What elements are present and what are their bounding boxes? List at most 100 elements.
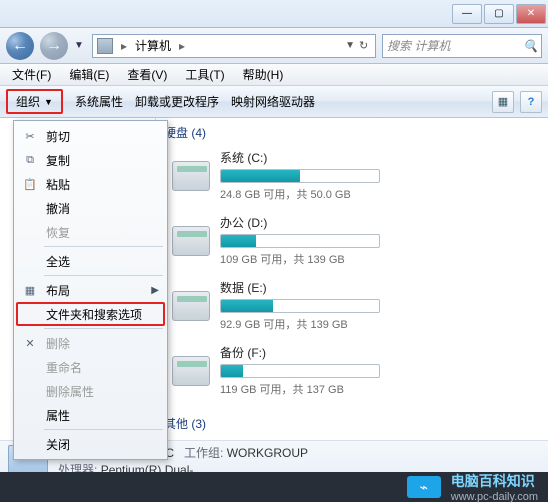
drive-name: 备份 (F:) xyxy=(220,344,542,364)
drive-info: 数据 (E:) 92.9 GB 可用，共 139 GB xyxy=(220,279,542,332)
menu-label: 删除 xyxy=(46,335,70,352)
window-titlebar: — ▢ ✕ xyxy=(0,0,548,28)
menu-label: 复制 xyxy=(46,152,70,169)
view-mode-button[interactable]: ▦ xyxy=(492,91,514,113)
search-input[interactable]: 搜索 计算机 🔍 xyxy=(382,34,542,58)
menu-label: 剪切 xyxy=(46,128,70,145)
menu-layout[interactable]: ▦ 布局 ▶ xyxy=(16,278,165,302)
minimize-icon: — xyxy=(462,8,472,19)
menu-separator xyxy=(44,429,163,430)
view-icon: ▦ xyxy=(498,95,508,108)
menu-tools[interactable]: 工具(T) xyxy=(177,64,232,85)
delete-icon: ✕ xyxy=(22,335,38,351)
menu-folder-options[interactable]: 文件夹和搜索选项 xyxy=(16,302,165,326)
submenu-arrow-icon: ▶ xyxy=(151,285,159,296)
menu-label: 删除属性 xyxy=(46,383,94,400)
layout-icon: ▦ xyxy=(22,282,38,298)
drive-icon xyxy=(172,226,210,256)
watermark-text: 电脑百科知识 www.pc-daily.com xyxy=(451,471,538,503)
organize-label: 组织 xyxy=(16,93,40,110)
rename-icon xyxy=(22,359,38,375)
watermark-title: 电脑百科知识 xyxy=(451,471,538,491)
navigation-bar: ← → ▼ ▸ 计算机 ▸ ▼ ↻ 搜索 计算机 🔍 xyxy=(0,28,548,64)
menu-close[interactable]: 关闭 xyxy=(16,432,165,456)
menu-bar: 文件(F) 编辑(E) 查看(V) 工具(T) 帮助(H) xyxy=(0,64,548,86)
refresh-icon[interactable]: ↻ xyxy=(359,39,371,52)
addressbar-dropdown-icon[interactable]: ▼ xyxy=(345,40,355,51)
forward-button[interactable]: → xyxy=(40,32,68,60)
chevron-down-icon: ▼ xyxy=(44,97,53,107)
usage-fill xyxy=(221,365,243,377)
nav-history-dropdown[interactable]: ▼ xyxy=(74,40,86,51)
help-button[interactable]: ? xyxy=(520,91,542,113)
close-menu-icon xyxy=(22,436,38,452)
menu-help[interactable]: 帮助(H) xyxy=(235,64,292,85)
search-icon[interactable]: 🔍 xyxy=(523,39,537,53)
organize-button[interactable]: 组织 ▼ xyxy=(6,89,63,114)
uninstall-button[interactable]: 卸载或更改程序 xyxy=(135,93,219,110)
drive-name: 系统 (C:) xyxy=(220,149,542,169)
breadcrumb-sep-icon: ▸ xyxy=(117,39,131,53)
folder-options-icon xyxy=(22,306,38,322)
menu-edit[interactable]: 编辑(E) xyxy=(61,64,117,85)
drive-item-e[interactable]: 数据 (E:) 92.9 GB 可用，共 139 GB xyxy=(172,279,542,332)
drive-info: 备份 (F:) 119 GB 可用，共 137 GB xyxy=(220,344,542,397)
toolbar-right: ▦ ? xyxy=(492,91,542,113)
drive-item-f[interactable]: 备份 (F:) 119 GB 可用，共 137 GB xyxy=(172,344,542,397)
menu-label: 布局 xyxy=(46,282,70,299)
organize-menu: ✂剪切 ⧉复制 📋粘贴 撤消 恢复 全选 ▦布局▶ 文件夹和搜索选项 ✕删除 重… xyxy=(13,120,168,460)
menu-label: 粘贴 xyxy=(46,176,70,193)
drive-name: 数据 (E:) xyxy=(220,279,542,299)
paste-icon: 📋 xyxy=(22,176,38,192)
properties-icon xyxy=(22,407,38,423)
minimize-button[interactable]: — xyxy=(452,4,482,24)
close-button[interactable]: ✕ xyxy=(516,4,546,24)
menu-properties[interactable]: 属性 xyxy=(16,403,165,427)
menu-file[interactable]: 文件(F) xyxy=(4,64,59,85)
menu-label: 属性 xyxy=(46,407,70,424)
usage-fill xyxy=(221,170,300,182)
remove-props-icon xyxy=(22,383,38,399)
maximize-button[interactable]: ▢ xyxy=(484,4,514,24)
select-all-icon xyxy=(22,253,38,269)
drive-item-c[interactable]: 系统 (C:) 24.8 GB 可用，共 50.0 GB xyxy=(172,149,542,202)
breadcrumb-location[interactable]: 计算机 xyxy=(135,37,171,54)
main-pane: 硬盘 (4) 系统 (C:) 24.8 GB 可用，共 50.0 GB 办公 (… xyxy=(156,118,548,440)
usage-bar xyxy=(220,299,380,313)
drive-usage-text: 24.8 GB 可用，共 50.0 GB xyxy=(220,186,542,202)
address-bar[interactable]: ▸ 计算机 ▸ ▼ ↻ xyxy=(92,34,376,58)
drive-usage-text: 119 GB 可用，共 137 GB xyxy=(220,381,542,397)
menu-remove-props: 删除属性 xyxy=(16,379,165,403)
search-placeholder: 搜索 计算机 xyxy=(387,37,450,54)
menu-view[interactable]: 查看(V) xyxy=(119,64,175,85)
usage-bar xyxy=(220,364,380,378)
workgroup-value: WORKGROUP xyxy=(227,446,308,460)
maximize-icon: ▢ xyxy=(494,8,503,19)
group-header-other[interactable]: 其他 (3) xyxy=(162,409,542,436)
copy-icon: ⧉ xyxy=(22,152,38,168)
menu-undo[interactable]: 撤消 xyxy=(16,196,165,220)
menu-label: 文件夹和搜索选项 xyxy=(46,306,142,323)
group-header-hdd[interactable]: 硬盘 (4) xyxy=(162,118,542,145)
system-properties-button[interactable]: 系统属性 xyxy=(75,93,123,110)
drive-item-d[interactable]: 办公 (D:) 109 GB 可用，共 139 GB xyxy=(172,214,542,267)
watermark-url: www.pc-daily.com xyxy=(451,491,538,503)
drive-icon xyxy=(172,356,210,386)
menu-select-all[interactable]: 全选 xyxy=(16,249,165,273)
drive-info: 办公 (D:) 109 GB 可用，共 139 GB xyxy=(220,214,542,267)
map-drive-button[interactable]: 映射网络驱动器 xyxy=(231,93,315,110)
menu-label: 全选 xyxy=(46,253,70,270)
drive-icon xyxy=(172,291,210,321)
redo-icon xyxy=(22,224,38,240)
menu-cut[interactable]: ✂剪切 xyxy=(16,124,165,148)
drive-name: 办公 (D:) xyxy=(220,214,542,234)
breadcrumb-sep-icon-2[interactable]: ▸ xyxy=(175,39,189,53)
drive-usage-text: 92.9 GB 可用，共 139 GB xyxy=(220,316,542,332)
watermark-bar: ⌁ 电脑百科知识 www.pc-daily.com xyxy=(0,472,548,502)
menu-paste[interactable]: 📋 粘贴 xyxy=(16,172,165,196)
menu-label: 恢复 xyxy=(46,224,70,241)
computer-icon xyxy=(97,38,113,54)
back-button[interactable]: ← xyxy=(6,32,34,60)
menu-copy[interactable]: ⧉ 复制 xyxy=(16,148,165,172)
menu-redo: 恢复 xyxy=(16,220,165,244)
